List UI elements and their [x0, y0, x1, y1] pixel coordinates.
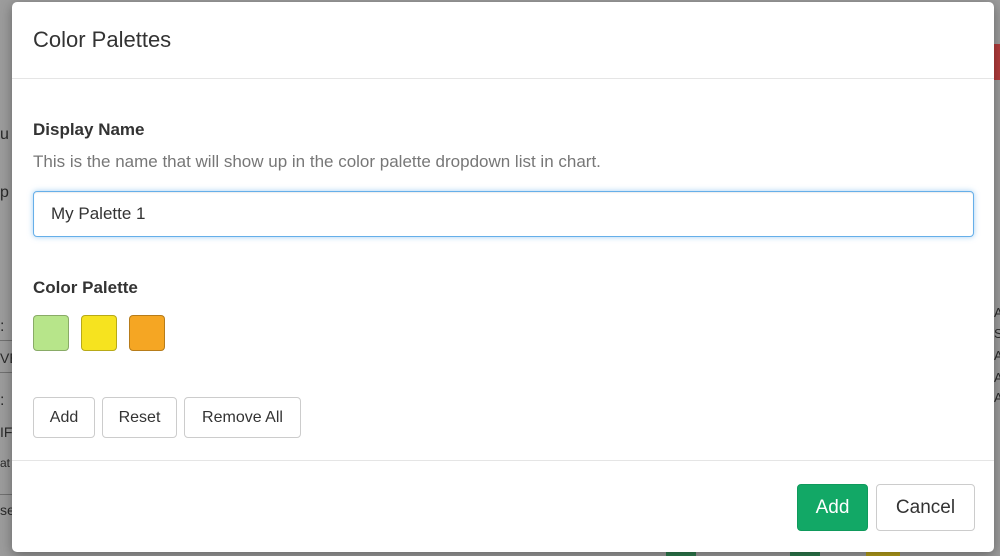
remove-all-colors-button[interactable]: Remove All — [184, 397, 301, 438]
color-palette-label: Color Palette — [33, 278, 138, 297]
background-text: : — [0, 318, 5, 335]
color-palettes-dialog: Color Palettes Display Name This is the … — [12, 2, 994, 552]
palette-button-group: Add Reset Remove All — [33, 397, 308, 438]
display-name-input[interactable] — [33, 191, 974, 237]
color-swatch-orange[interactable] — [129, 315, 165, 351]
background-text: u — [0, 126, 9, 143]
color-swatch-list — [33, 315, 177, 351]
background-text: A — [994, 348, 1000, 363]
dialog-title: Color Palettes — [33, 27, 172, 52]
dialog-body: Display Name This is the name that will … — [12, 79, 994, 460]
cancel-button[interactable]: Cancel — [876, 484, 975, 531]
dialog-header: Color Palettes — [12, 2, 994, 79]
background-divider — [0, 494, 12, 495]
background-divider — [0, 340, 12, 341]
background-text: at — [0, 456, 11, 470]
background-text: IF — [0, 424, 13, 440]
background-text: A — [994, 370, 1000, 385]
add-color-button[interactable]: Add — [33, 397, 95, 438]
background-text: : — [0, 392, 5, 409]
background-text: S — [994, 326, 1000, 341]
color-swatch-yellow[interactable] — [81, 315, 117, 351]
dialog-footer: Add Cancel — [12, 460, 994, 552]
background-divider — [0, 372, 12, 373]
display-name-label: Display Name — [33, 120, 145, 139]
display-name-help-text: This is the name that will show up in th… — [33, 152, 601, 171]
background-text: A — [994, 305, 1000, 320]
reset-palette-button[interactable]: Reset — [102, 397, 177, 438]
add-palette-button[interactable]: Add — [797, 484, 868, 531]
color-swatch-light-green[interactable] — [33, 315, 69, 351]
background-text: p — [0, 184, 9, 201]
background-text: A — [994, 390, 1000, 405]
